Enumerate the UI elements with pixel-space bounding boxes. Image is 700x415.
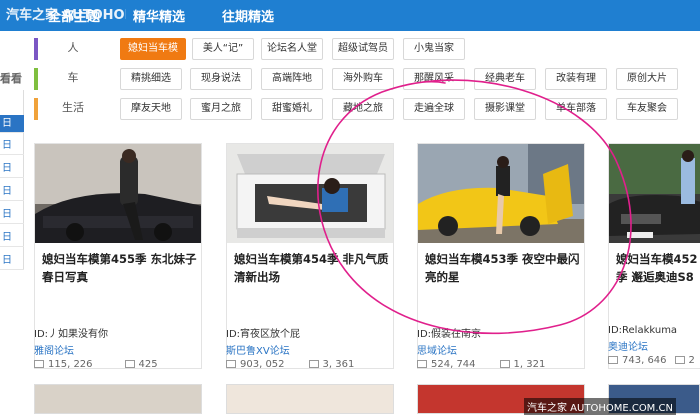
top-navigation-bar: 汽车之家 AUTOHOME.COM.CN 全部主题 精华精选 往期精选 xyxy=(0,0,700,31)
post-replies: 425 xyxy=(138,359,158,370)
tag-chip[interactable]: 美人“记” xyxy=(192,38,254,60)
post-views: 743, 646 xyxy=(622,355,667,366)
replies-icon xyxy=(674,356,685,364)
category-row-cars: 车 精挑细选 现身说法 高端阵地 海外购车 那醒风采 经典老车 改装有理 原创大… xyxy=(34,68,694,90)
left-nav-item[interactable]: 日 xyxy=(0,183,24,201)
category-row-people: 人 媳妇当车模 美人“记” 论坛名人堂 超级试驾员 小鬼当家 xyxy=(34,38,694,60)
tag-chip[interactable]: 论坛名人堂 xyxy=(261,38,323,60)
tab-all-topics[interactable]: 全部主题 xyxy=(48,6,100,25)
left-date-nav: 看看 日 日 日 日 日 日 日 xyxy=(0,72,24,270)
replies-icon xyxy=(499,360,510,368)
post-stats: 903, 052 3, 361 xyxy=(226,359,354,370)
replies-icon xyxy=(124,360,135,368)
corner-watermark: 汽车之家 AUTOHOME.COM.CN xyxy=(524,398,676,415)
tag-chip[interactable]: 精挑细选 xyxy=(120,68,182,90)
left-nav-item[interactable]: 日 xyxy=(0,115,24,133)
post-replies: 1, 321 xyxy=(513,359,546,370)
post-stats: 115, 226 425 xyxy=(34,359,158,370)
left-nav-item[interactable]: 日 xyxy=(0,206,24,224)
category-label: 生活 xyxy=(62,101,84,114)
views-icon xyxy=(608,356,618,364)
tag-chip[interactable]: 现身说法 xyxy=(190,68,252,90)
tag-chip[interactable]: 单车部落 xyxy=(545,98,607,120)
post-author[interactable]: ID:宵夜区放个屁 xyxy=(226,325,354,340)
tag-chip[interactable]: 藏地之旅 xyxy=(332,98,394,120)
tab-past-featured[interactable]: 往期精选 xyxy=(222,6,274,25)
category-color-bar xyxy=(34,38,38,60)
tag-chip[interactable]: 走遍全球 xyxy=(403,98,465,120)
post-photo[interactable] xyxy=(609,144,700,243)
post-meta: ID:宵夜区放个屁 斯巴鲁XV论坛 903, 052 3, 361 xyxy=(226,325,354,370)
post-title[interactable]: 媳妇当车模452季 邂逅奥迪S8 xyxy=(616,250,700,286)
post-stats: 524, 744 1, 321 xyxy=(417,359,545,370)
post-photo[interactable] xyxy=(226,384,394,414)
views-icon xyxy=(226,360,236,368)
post-forum-link[interactable]: 雅阁论坛 xyxy=(34,342,158,357)
post-meta: ID:丿如果没有你 雅阁论坛 115, 226 425 xyxy=(34,325,158,370)
replies-icon xyxy=(308,360,319,368)
category-label: 车 xyxy=(67,71,79,84)
post-views: 524, 744 xyxy=(431,359,476,370)
category-label: 人 xyxy=(67,41,79,54)
left-nav-item[interactable]: 日 xyxy=(0,160,24,178)
post-replies: 2 xyxy=(688,355,695,366)
post-photo[interactable] xyxy=(34,384,202,414)
left-nav-item[interactable]: 日 xyxy=(0,229,24,247)
post-meta: ID:假装在南京 思域论坛 524, 744 1, 321 xyxy=(417,325,545,370)
tag-chip[interactable]: 甜蜜婚礼 xyxy=(261,98,323,120)
tag-chip[interactable]: 海外购车 xyxy=(332,68,394,90)
tag-chip[interactable]: 高端阵地 xyxy=(261,68,323,90)
views-icon xyxy=(34,360,44,368)
post-forum-link[interactable]: 斯巴鲁XV论坛 xyxy=(226,342,354,357)
tag-chip-selected[interactable]: 媳妇当车模 xyxy=(120,38,186,60)
left-nav-item[interactable]: 日 xyxy=(0,252,24,270)
post-photo[interactable] xyxy=(35,144,201,243)
post-author[interactable]: ID:丿如果没有你 xyxy=(34,325,158,340)
tag-chip[interactable]: 超级试驾员 xyxy=(332,38,394,60)
tag-chip[interactable]: 摄影课堂 xyxy=(474,98,536,120)
tag-chip[interactable]: 摩友天地 xyxy=(120,98,182,120)
left-nav-header: 看看 xyxy=(0,72,22,85)
post-forum-link[interactable]: 奥迪论坛 xyxy=(608,338,695,353)
post-photo[interactable] xyxy=(418,144,584,243)
post-title[interactable]: 媳妇当车模第455季 东北妹子春日写真 xyxy=(42,250,198,286)
post-title[interactable]: 媳妇当车模453季 夜空中最闪亮的星 xyxy=(425,250,581,286)
post-photo[interactable] xyxy=(227,144,393,243)
post-forum-link[interactable]: 思域论坛 xyxy=(417,342,545,357)
post-stats: 743, 646 2 xyxy=(608,355,695,366)
post-views: 903, 052 xyxy=(240,359,285,370)
category-row-life: 生活 摩友天地 蜜月之旅 甜蜜婚礼 藏地之旅 走遍全球 摄影课堂 单车部落 车友… xyxy=(34,98,694,120)
tag-chip[interactable]: 改装有理 xyxy=(545,68,607,90)
post-replies: 3, 361 xyxy=(322,359,355,370)
tag-chip[interactable]: 经典老车 xyxy=(474,68,536,90)
category-color-bar xyxy=(34,98,38,120)
tag-chip[interactable]: 车友聚会 xyxy=(616,98,678,120)
views-icon xyxy=(417,360,427,368)
tag-chip[interactable]: 小鬼当家 xyxy=(403,38,465,60)
category-color-bar xyxy=(34,68,38,90)
post-title[interactable]: 媳妇当车模第454季 非凡气质清新出场 xyxy=(234,250,390,286)
post-author[interactable]: ID:Relakkuma xyxy=(608,325,695,336)
tag-chip[interactable]: 那醒风采 xyxy=(403,68,465,90)
tag-chip[interactable]: 原创大片 xyxy=(616,68,678,90)
tab-featured[interactable]: 精华精选 xyxy=(133,6,185,25)
post-author[interactable]: ID:假装在南京 xyxy=(417,325,545,340)
left-nav-item[interactable]: 日 xyxy=(0,137,24,155)
tag-chip[interactable]: 蜜月之旅 xyxy=(190,98,252,120)
post-meta: ID:Relakkuma 奥迪论坛 743, 646 2 xyxy=(608,325,695,366)
post-views: 115, 226 xyxy=(48,359,93,370)
